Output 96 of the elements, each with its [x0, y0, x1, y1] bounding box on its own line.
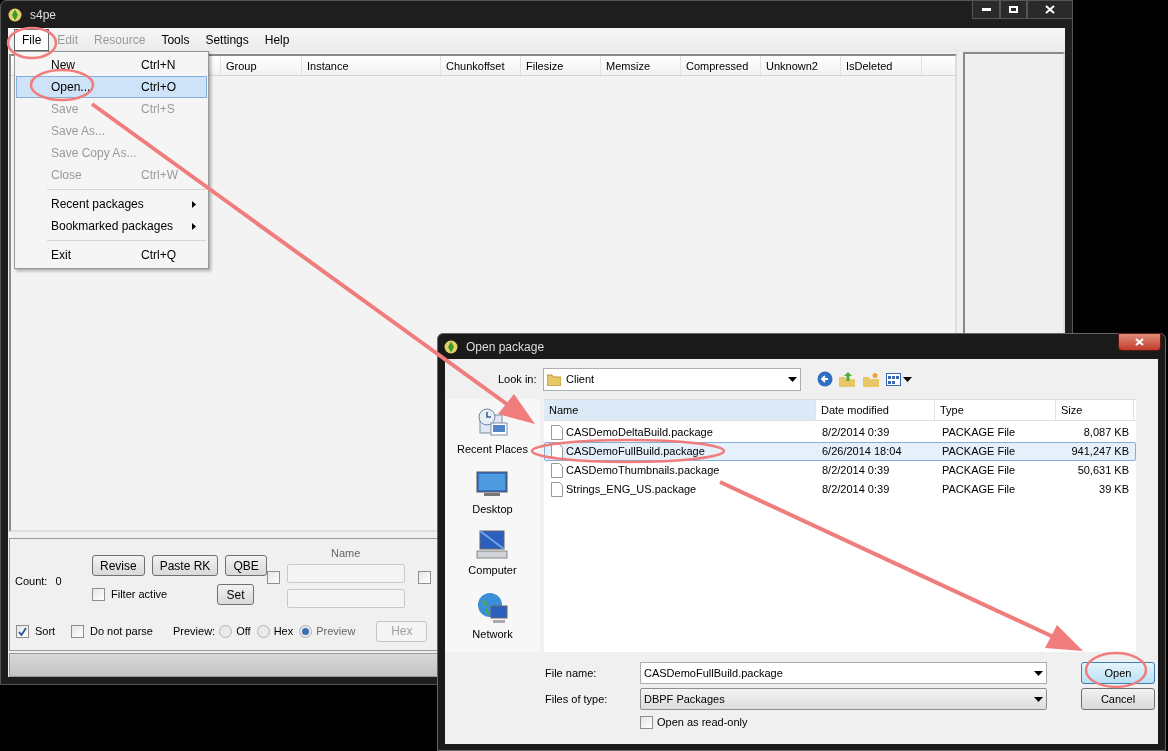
checkbox[interactable]: [16, 624, 29, 638]
checkbox[interactable]: [417, 571, 431, 584]
file-icon: [551, 444, 563, 459]
checkbox[interactable]: [640, 715, 653, 729]
button[interactable]: Revise: [92, 555, 145, 576]
file-icon: [551, 463, 563, 478]
close-icon: [1135, 338, 1144, 346]
button[interactable]: QBE: [225, 555, 267, 576]
grid-view-icon: [886, 372, 901, 386]
file-name-label: File name:: [545, 665, 598, 681]
dropdown-arrow-icon: [903, 376, 912, 382]
checkbox[interactable]: [266, 571, 280, 584]
menu-entry[interactable]: Recent packages: [16, 193, 207, 215]
radio-label: Hex: [273, 623, 294, 639]
column-header[interactable]: Date modified: [816, 400, 935, 420]
column-header[interactable]: Chunkoffset: [441, 56, 521, 75]
dropdown-arrow-icon: [1034, 670, 1043, 676]
check-icon: [18, 626, 27, 636]
radio-label: Preview: [316, 623, 356, 639]
column-header[interactable]: Group: [221, 56, 302, 75]
annotation-circle: [6, 26, 58, 60]
plumbob-icon: [444, 339, 458, 354]
place-item[interactable]: Network: [472, 591, 513, 642]
window-title: s4pe: [30, 6, 57, 24]
file-row[interactable]: CASDemoThumbnails.package 8/2/2014 0:39 PACKAGE File 50,631 KB: [544, 461, 1136, 480]
minimize-button[interactable]: [972, 0, 1000, 19]
submenu-arrow-icon: [192, 222, 196, 230]
checkbox[interactable]: [92, 588, 105, 601]
open-button[interactable]: Open: [1081, 662, 1155, 684]
menu-entry[interactable]: Exit Ctrl+Q: [16, 244, 207, 266]
plumbob-icon: [8, 7, 22, 22]
close-button[interactable]: [1027, 0, 1073, 19]
file-row[interactable]: Strings_ENG_US.package 8/2/2014 0:39 PACKAGE File 39 KB: [544, 480, 1136, 499]
maximize-button[interactable]: [1000, 0, 1027, 19]
recent-places-icon: [476, 407, 509, 439]
read-only-label: Open as read-only: [657, 715, 748, 730]
look-in-dropdown[interactable]: Client: [543, 367, 801, 391]
button[interactable]: Paste RK: [151, 555, 219, 576]
cancel-button[interactable]: Cancel: [1081, 688, 1155, 710]
place-item[interactable]: Recent Places: [457, 407, 528, 458]
globe-icon: [476, 591, 509, 624]
file-icon: [551, 482, 563, 497]
file-row[interactable]: CASDemoDeltaBuild.package 8/2/2014 0:39 PACKAGE File 8,087 KB: [544, 423, 1136, 442]
column-header[interactable]: Memsize: [601, 56, 681, 75]
close-button[interactable]: [1118, 333, 1161, 351]
radio-button[interactable]: [299, 624, 313, 638]
count-label: Count:: [15, 573, 48, 589]
submenu-arrow-icon: [192, 200, 196, 208]
file-type-label: Files of type:: [545, 691, 609, 707]
menu-item[interactable]: Help: [256, 29, 298, 51]
place-item[interactable]: Desktop: [472, 470, 513, 517]
button[interactable]: Set: [217, 584, 254, 605]
computer-icon: [476, 530, 509, 560]
radio-label: Off: [236, 623, 251, 639]
count-value: 0: [55, 573, 62, 589]
do-not-parse-label: Do not parse: [90, 623, 154, 639]
radio-button[interactable]: [256, 624, 270, 638]
annotation-circle: [29, 68, 95, 102]
menu-item[interactable]: Tools: [153, 29, 198, 51]
folder-icon: [547, 372, 561, 386]
file-type-dropdown[interactable]: DBPF Packages: [640, 688, 1047, 710]
column-header[interactable]: Instance: [302, 56, 441, 75]
column-header[interactable]: Type: [935, 400, 1056, 420]
file-name-field[interactable]: CASDemoFullBuild.package: [640, 662, 1047, 684]
column-header[interactable]: Unknown2: [761, 56, 841, 75]
menu-item[interactable]: File: [14, 29, 50, 51]
name-field[interactable]: [286, 563, 405, 583]
column-header[interactable]: IsDeleted: [841, 56, 922, 75]
column-header[interactable]: Compressed: [681, 56, 761, 75]
filter-active-label: Filter active: [111, 587, 169, 603]
look-in-label: Look in:: [498, 371, 538, 387]
radio-button[interactable]: [219, 624, 233, 638]
place-item[interactable]: Computer: [468, 530, 517, 579]
preview-label: Preview:: [173, 623, 216, 639]
menu-item[interactable]: Settings: [197, 29, 257, 51]
file-row[interactable]: CASDemoFullBuild.package 6/26/2014 18:04 PACKAGE File 941,247 KB: [544, 442, 1136, 461]
menu-entry[interactable]: Open... Ctrl+O: [16, 76, 207, 98]
new-folder-icon[interactable]: [863, 371, 879, 387]
menu-entry[interactable]: New Ctrl+N: [16, 54, 207, 76]
checkbox[interactable]: [71, 624, 84, 638]
dropdown-arrow-icon: [1034, 696, 1043, 702]
column-header[interactable]: Size: [1056, 400, 1134, 420]
name-label: Name: [331, 546, 361, 561]
file-icon: [551, 425, 563, 440]
dialog-title: Open package: [466, 338, 545, 356]
column-header[interactable]: Filesize: [521, 56, 601, 75]
value-field[interactable]: [286, 588, 405, 608]
annotation-circle: [1084, 651, 1148, 689]
menu-entry[interactable]: Bookmarked packages: [16, 215, 207, 237]
up-folder-icon[interactable]: [839, 371, 855, 387]
sort-label: Sort: [35, 623, 57, 639]
view-menu-button[interactable]: [886, 372, 912, 386]
dropdown-arrow-icon: [788, 376, 797, 382]
column-header[interactable]: Name: [544, 400, 816, 420]
close-icon: [1045, 5, 1055, 14]
monitor-icon: [476, 470, 509, 499]
